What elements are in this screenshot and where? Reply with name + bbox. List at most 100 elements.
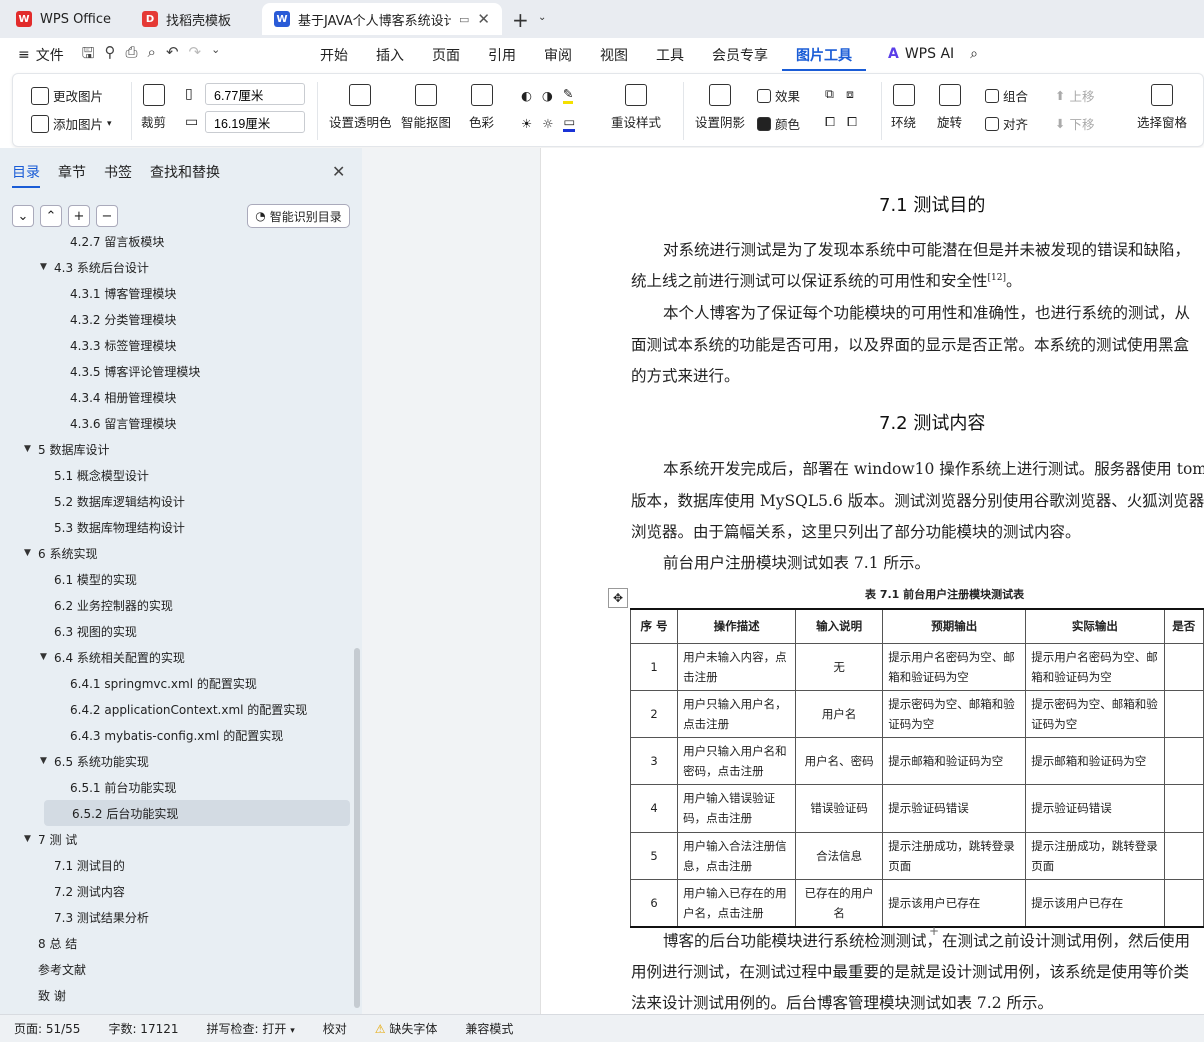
- table-cell[interactable]: 用户只输入用户名，点击注册: [677, 689, 797, 739]
- close-pane-icon[interactable]: ✕: [332, 162, 345, 181]
- table-cell[interactable]: 无: [795, 642, 884, 691]
- smart-cutout-button[interactable]: 智能抠图: [401, 84, 451, 131]
- table-cell[interactable]: [1163, 784, 1204, 833]
- table-cell[interactable]: [1163, 831, 1204, 880]
- move-down-button[interactable]: ⬇ 下移: [1055, 114, 1095, 133]
- chevron-down-icon[interactable]: ⌄: [211, 43, 220, 68]
- add-icon[interactable]: +: [68, 205, 90, 227]
- line-color-icon[interactable]: ▭: [563, 114, 576, 132]
- toc-item[interactable]: 4.3.1 博客管理模块: [56, 280, 176, 306]
- menu-review[interactable]: 审阅: [530, 45, 586, 65]
- set-shadow-button[interactable]: 设置阴影: [695, 84, 745, 131]
- expand-icon[interactable]: ⌄: [12, 205, 34, 227]
- tab-toc[interactable]: 目录: [12, 162, 40, 188]
- toc-item[interactable]: 5.1 概念模型设计: [40, 462, 149, 488]
- color-button[interactable]: 颜色: [757, 114, 800, 133]
- add-image-button[interactable]: 添加图片 ▾: [31, 114, 112, 133]
- contrast-down-icon[interactable]: ◑: [542, 88, 553, 103]
- collapse-icon[interactable]: ⌃: [40, 205, 62, 227]
- caret-down-icon[interactable]: ▼: [40, 652, 54, 662]
- print-preview-icon[interactable]: ⌕: [148, 43, 156, 68]
- toc-item[interactable]: 7.1 测试目的: [40, 852, 125, 878]
- table-cell[interactable]: 用户名: [795, 689, 884, 739]
- menu-start[interactable]: 开始: [306, 45, 362, 65]
- menu-tools[interactable]: 工具: [642, 45, 698, 65]
- caret-down-icon[interactable]: ▼: [24, 444, 38, 454]
- close-tab-icon[interactable]: ✕: [477, 10, 490, 28]
- toc-item[interactable]: ▼ 4.3 系统后台设计: [40, 254, 149, 280]
- toc-item[interactable]: 6.3 视图的实现: [40, 618, 137, 644]
- table-cell[interactable]: 用户输入已存在的用户名，点击注册: [677, 878, 797, 928]
- toc-item[interactable]: 7.3 测试结果分析: [40, 904, 149, 930]
- brightness-up-icon[interactable]: ☀: [521, 116, 532, 131]
- table-cell[interactable]: 合法信息: [795, 831, 884, 880]
- toc-item[interactable]: 7.2 测试内容: [40, 878, 125, 904]
- toc-scrollbar[interactable]: [354, 648, 360, 1008]
- tab-docer[interactable]: D 找稻壳模板: [130, 3, 258, 35]
- toc-item[interactable]: 致 谢: [24, 982, 66, 1008]
- toc-item[interactable]: 6.5.1 前台功能实现: [56, 774, 176, 800]
- fill-color-icon[interactable]: ✎: [562, 86, 574, 104]
- table-cell[interactable]: 6: [629, 878, 679, 928]
- remove-icon[interactable]: −: [96, 205, 118, 227]
- monitor-icon[interactable]: ▭: [459, 13, 469, 26]
- caret-down-icon[interactable]: ▼: [40, 756, 54, 766]
- caret-down-icon[interactable]: ▼: [40, 262, 54, 272]
- search-icon[interactable]: ⌕: [970, 46, 978, 62]
- contrast-up-icon[interactable]: ◐: [521, 88, 532, 103]
- toc-item[interactable]: 6.4.3 mybatis-config.xml 的配置实现: [56, 722, 283, 748]
- format-painter-icon[interactable]: ⚲: [105, 43, 116, 68]
- table-cell[interactable]: 1: [629, 642, 679, 691]
- table-cell[interactable]: 用户名、密码: [795, 736, 884, 786]
- table-cell[interactable]: 提示密码为空、邮箱和验证码为空: [882, 689, 1027, 739]
- word-count[interactable]: 字数: 17121: [94, 1020, 192, 1037]
- wps-ai-button[interactable]: A WPS AI ⌕: [888, 46, 978, 62]
- toc-item[interactable]: 4.3.2 分类管理模块: [56, 306, 176, 332]
- table-move-handle-icon[interactable]: ✥: [608, 588, 628, 608]
- print-icon[interactable]: ⎙: [126, 43, 138, 68]
- tab-wps-office[interactable]: W WPS Office: [4, 3, 124, 35]
- toc-item[interactable]: ▼ 6.5 系统功能实现: [40, 748, 149, 774]
- table-cell[interactable]: 提示该用户已存在: [882, 878, 1027, 928]
- selection-pane-button[interactable]: 选择窗格: [1137, 84, 1187, 131]
- save-icon[interactable]: 🖫: [82, 43, 95, 68]
- send-backward-icon[interactable]: ⧈: [846, 86, 854, 102]
- menu-view[interactable]: 视图: [586, 45, 642, 65]
- table-cell[interactable]: 提示验证码错误: [1025, 784, 1165, 833]
- table-cell[interactable]: 用户输入错误验证码，点击注册: [677, 784, 797, 833]
- toc-item[interactable]: 4.3.4 相册管理模块: [56, 384, 176, 410]
- toc-item[interactable]: 参考文献: [24, 956, 86, 982]
- effect-button[interactable]: 效果: [757, 86, 800, 105]
- spell-check[interactable]: 拼写检查: 打开 ▾: [193, 1020, 309, 1037]
- menu-picture-tools[interactable]: 图片工具: [782, 45, 866, 71]
- color-tone-button[interactable]: 色彩: [469, 84, 494, 131]
- wrap-button[interactable]: 环绕: [891, 84, 916, 131]
- brightness-down-icon[interactable]: ☼: [542, 116, 553, 131]
- reset-style-button[interactable]: 重设样式: [611, 84, 661, 131]
- toc-item[interactable]: ▼ 6.4 系统相关配置的实现: [40, 644, 185, 670]
- table-cell[interactable]: 5: [629, 831, 679, 880]
- tab-find-replace[interactable]: 查找和替换: [150, 162, 220, 188]
- toc-item[interactable]: 4.3.3 标签管理模块: [56, 332, 176, 358]
- toc-item[interactable]: 6.5.2 后台功能实现: [44, 800, 350, 826]
- table-cell[interactable]: 3: [629, 736, 679, 786]
- missing-font[interactable]: ⚠ 缺失字体: [361, 1020, 452, 1037]
- toc-item[interactable]: 4.2.7 留言板模块: [56, 236, 164, 254]
- new-tab-icon[interactable]: +: [512, 8, 529, 32]
- width-input[interactable]: [205, 83, 305, 105]
- toc-item[interactable]: 4.3.6 留言管理模块: [56, 410, 176, 436]
- table-cell[interactable]: 已存在的用户名: [795, 878, 884, 928]
- toc-item[interactable]: 6.4.2 applicationContext.xml 的配置实现: [56, 696, 307, 722]
- chevron-down-icon[interactable]: ⌄: [538, 12, 546, 23]
- table-cell[interactable]: 提示注册成功，跳转登录页面: [1025, 831, 1165, 880]
- table-cell[interactable]: 4: [629, 784, 679, 833]
- table-cell[interactable]: 提示邮箱和验证码为空: [882, 736, 1027, 786]
- table-cell[interactable]: 2: [629, 689, 679, 739]
- table-cell[interactable]: [1163, 689, 1204, 739]
- smart-toc-button[interactable]: ◔ 智能识别目录: [247, 204, 350, 228]
- toc-item[interactable]: 6.2 业务控制器的实现: [40, 592, 173, 618]
- table-cell[interactable]: 用户输入合法注册信息，点击注册: [677, 831, 797, 880]
- caret-down-icon[interactable]: ▼: [24, 548, 38, 558]
- crop-button[interactable]: 裁剪: [141, 84, 166, 131]
- table-cell[interactable]: 提示该用户已存在: [1025, 878, 1165, 928]
